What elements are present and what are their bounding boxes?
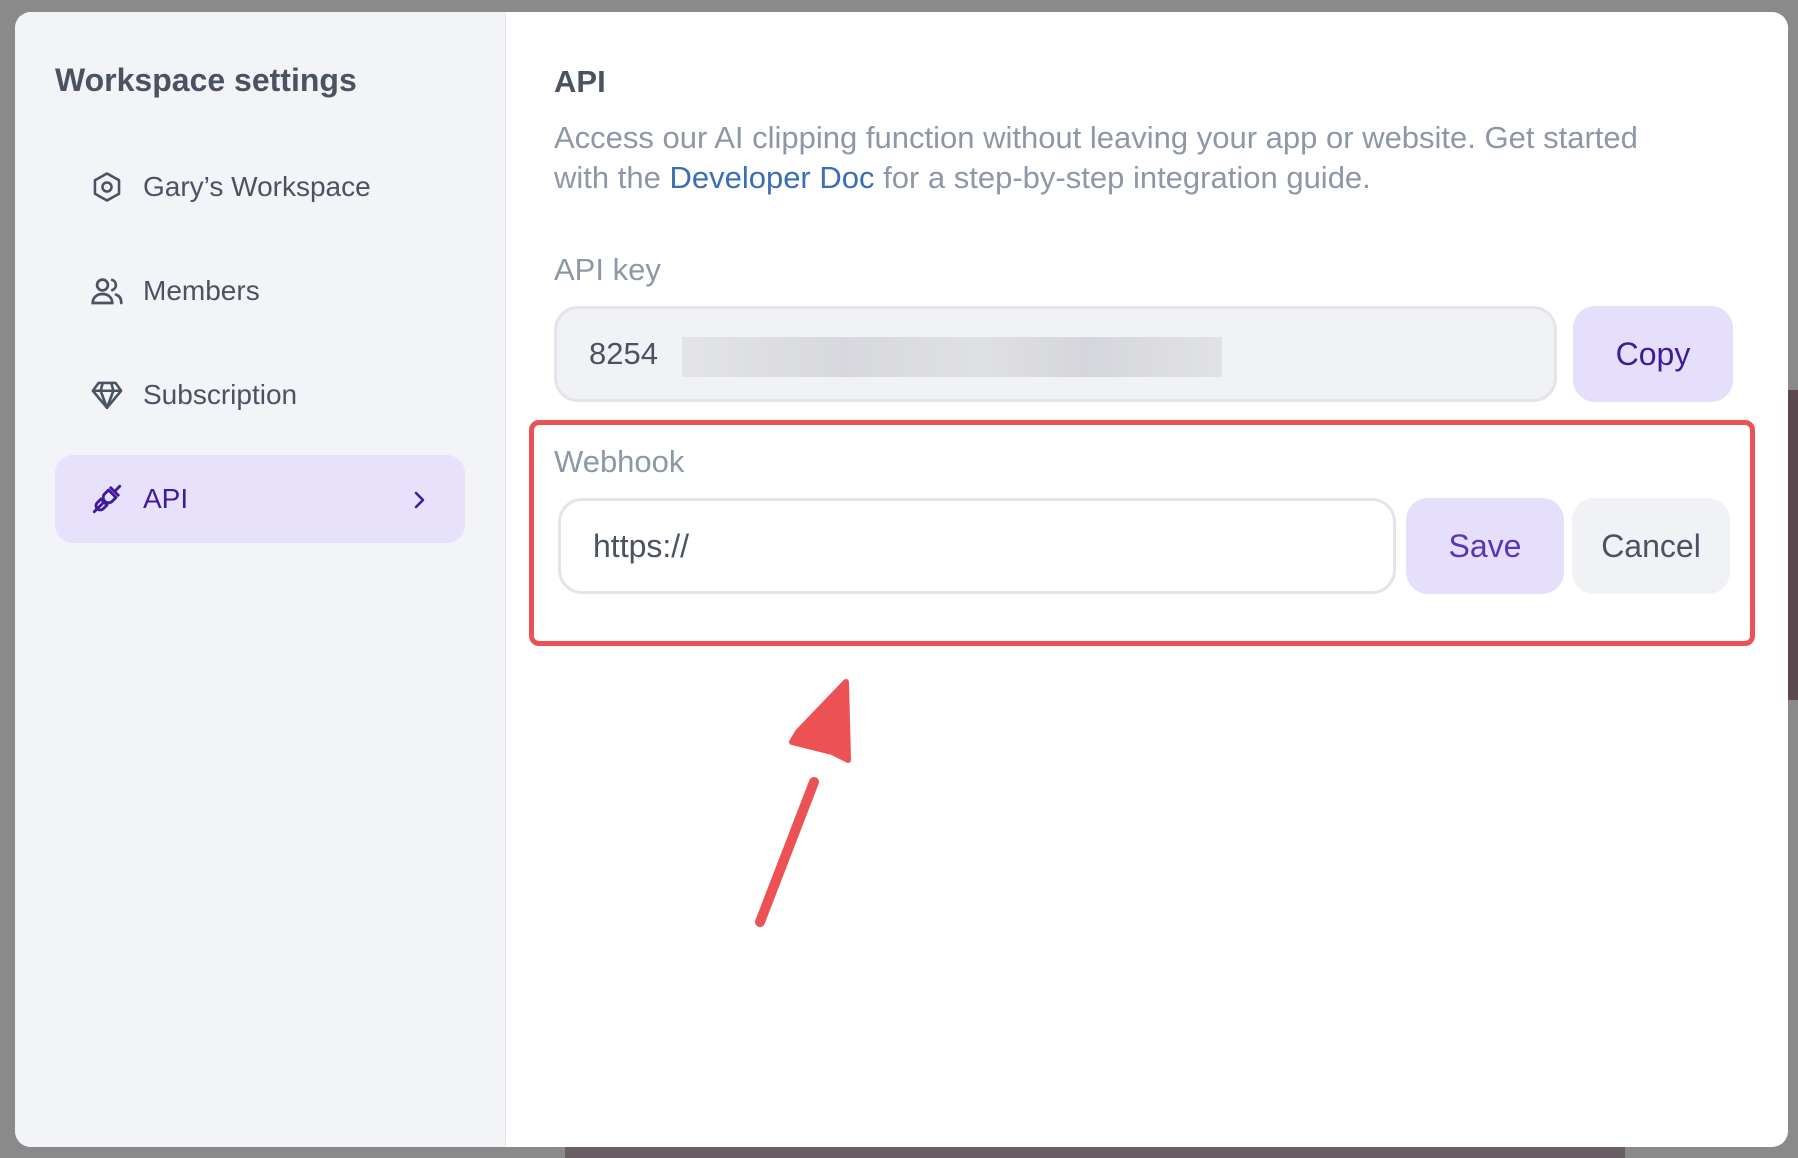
api-key-label: API key	[554, 252, 661, 287]
workspace-settings-modal: Workspace settings Gary’s Workspace Memb…	[15, 12, 1788, 1147]
description-text: for a step-by-step integration guide.	[874, 160, 1371, 195]
webhook-label: Webhook	[554, 444, 685, 479]
api-key-value: 8254	[589, 336, 658, 371]
copy-button[interactable]: Copy	[1573, 306, 1733, 402]
api-key-row: 8254 Copy	[554, 306, 1758, 402]
webhook-section: Webhook Save Cancel	[554, 444, 1730, 594]
workspace-icon	[89, 169, 125, 205]
save-button[interactable]: Save	[1406, 498, 1564, 594]
api-settings-panel: API Access our AI clipping function with…	[506, 12, 1788, 1147]
diamond-icon	[89, 377, 125, 413]
sidebar-item-api[interactable]: API	[55, 455, 465, 543]
sidebar-item-members[interactable]: Members	[55, 247, 465, 335]
webhook-row: Save Cancel	[558, 498, 1730, 594]
chevron-right-icon	[407, 487, 431, 511]
users-icon	[89, 273, 125, 309]
sidebar-item-workspace[interactable]: Gary’s Workspace	[55, 143, 465, 231]
api-key-field: 8254	[554, 306, 1557, 402]
plug-icon	[89, 481, 125, 517]
api-key-redaction	[682, 337, 1222, 377]
sidebar-item-label: Members	[143, 275, 260, 306]
sidebar-item-subscription[interactable]: Subscription	[55, 351, 465, 439]
api-description: Access our AI clipping function without …	[554, 118, 1674, 198]
settings-sidebar: Workspace settings Gary’s Workspace Memb…	[15, 12, 506, 1147]
sidebar-item-label: Subscription	[143, 379, 298, 410]
cancel-button[interactable]: Cancel	[1572, 498, 1730, 594]
developer-doc-link[interactable]: Developer Doc	[669, 160, 874, 195]
webhook-url-input[interactable]	[558, 498, 1396, 594]
sidebar-item-label: API	[143, 483, 189, 514]
annotation-arrow	[755, 679, 851, 927]
sidebar-item-label: Gary’s Workspace	[143, 171, 371, 202]
sidebar-title: Workspace settings	[55, 62, 357, 98]
page-title: API	[554, 64, 606, 99]
